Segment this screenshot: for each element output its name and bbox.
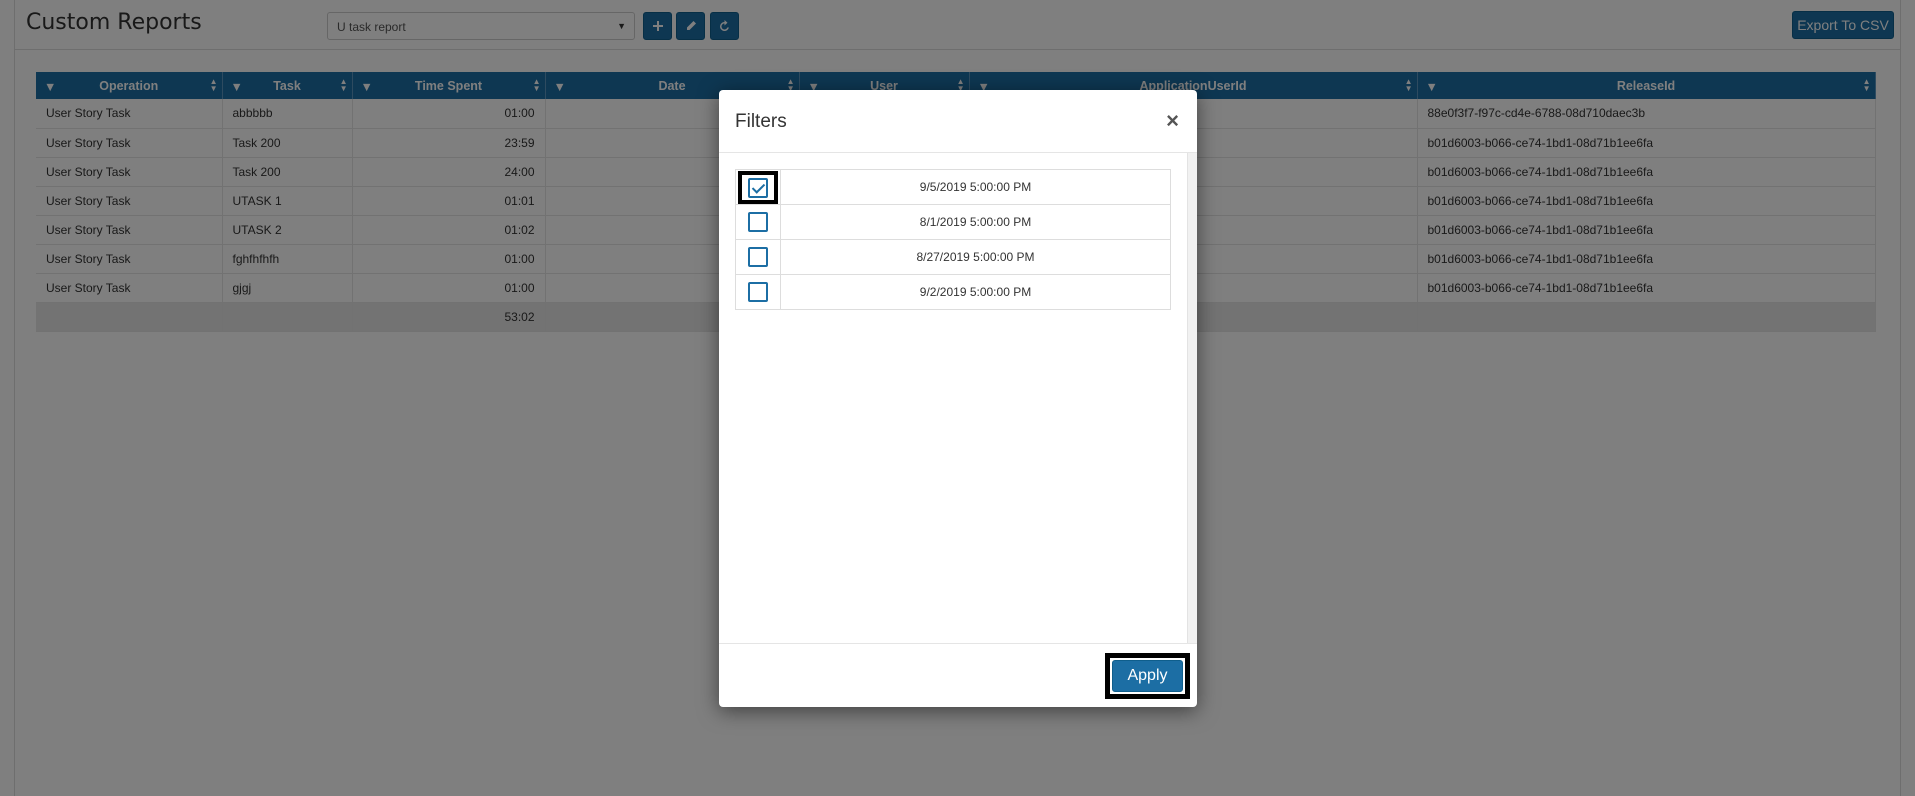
filter-option-label: 8/27/2019 5:00:00 PM <box>780 239 1171 275</box>
filter-option-label: 9/2/2019 5:00:00 PM <box>780 274 1171 310</box>
apply-button[interactable]: Apply <box>1112 660 1183 692</box>
filters-modal: Filters × 9/5/2019 5:00:00 PM 8/1/2019 5… <box>719 90 1197 707</box>
modal-body: 9/5/2019 5:00:00 PM 8/1/2019 5:00:00 PM … <box>719 153 1197 643</box>
modal-header: Filters × <box>719 90 1197 153</box>
filter-options-list: 9/5/2019 5:00:00 PM 8/1/2019 5:00:00 PM … <box>735 169 1171 310</box>
filter-checkbox-cell <box>735 239 781 275</box>
filter-checkbox[interactable] <box>748 177 768 198</box>
filter-option[interactable]: 9/5/2019 5:00:00 PM <box>735 169 1171 205</box>
filter-option[interactable]: 9/2/2019 5:00:00 PM <box>735 274 1171 310</box>
highlight-box: Apply <box>1105 653 1190 699</box>
filter-checkbox[interactable] <box>748 247 768 267</box>
modal-title: Filters <box>735 111 787 132</box>
filter-checkbox-cell <box>735 169 781 205</box>
filter-checkbox[interactable] <box>748 282 768 302</box>
filter-option[interactable]: 8/1/2019 5:00:00 PM <box>735 204 1171 240</box>
filter-option-label: 8/1/2019 5:00:00 PM <box>780 204 1171 240</box>
close-icon[interactable]: × <box>1166 108 1179 134</box>
modal-footer: Apply <box>719 643 1197 707</box>
modal-scrollbar[interactable] <box>1187 153 1197 643</box>
filter-checkbox[interactable] <box>748 212 768 232</box>
filter-checkbox-cell <box>735 204 781 240</box>
highlight-box <box>738 171 778 204</box>
filter-option[interactable]: 8/27/2019 5:00:00 PM <box>735 239 1171 275</box>
filter-checkbox-cell <box>735 274 781 310</box>
filter-option-label: 9/5/2019 5:00:00 PM <box>780 169 1171 205</box>
